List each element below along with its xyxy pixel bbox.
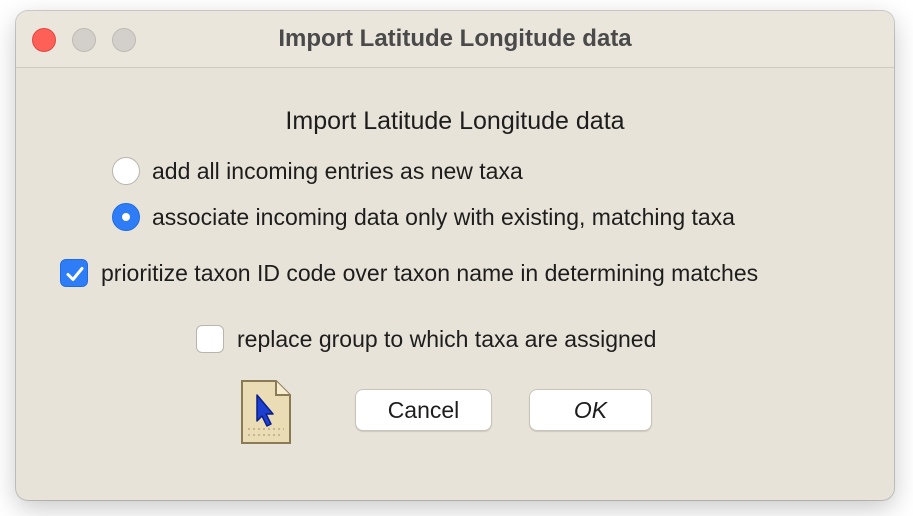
checkbox-prioritize-taxon-id[interactable] <box>60 259 88 287</box>
radio-associate-existing-taxa-label[interactable]: associate incoming data only with existi… <box>152 204 735 231</box>
checkbox-replace-group[interactable] <box>196 325 224 353</box>
radio-associate-existing-taxa[interactable] <box>112 203 140 231</box>
title-bar: Import Latitude Longitude data <box>16 11 894 68</box>
cancel-button[interactable]: Cancel <box>355 389 492 431</box>
checkbox-replace-group-label[interactable]: replace group to which taxa are assigned <box>237 326 656 353</box>
ok-button[interactable]: OK <box>529 389 652 431</box>
dialog-heading: Import Latitude Longitude data <box>285 107 625 135</box>
radio-add-new-taxa-label[interactable]: add all incoming entries as new taxa <box>152 158 523 185</box>
import-dialog-window: Import Latitude Longitude data Import La… <box>16 11 894 500</box>
checkmark-icon <box>66 267 84 281</box>
document-pointer-icon <box>241 380 291 444</box>
checkbox-prioritize-taxon-id-label[interactable]: prioritize taxon ID code over taxon name… <box>101 260 758 287</box>
window-title: Import Latitude Longitude data <box>278 25 632 52</box>
radio-add-new-taxa[interactable] <box>112 157 140 185</box>
